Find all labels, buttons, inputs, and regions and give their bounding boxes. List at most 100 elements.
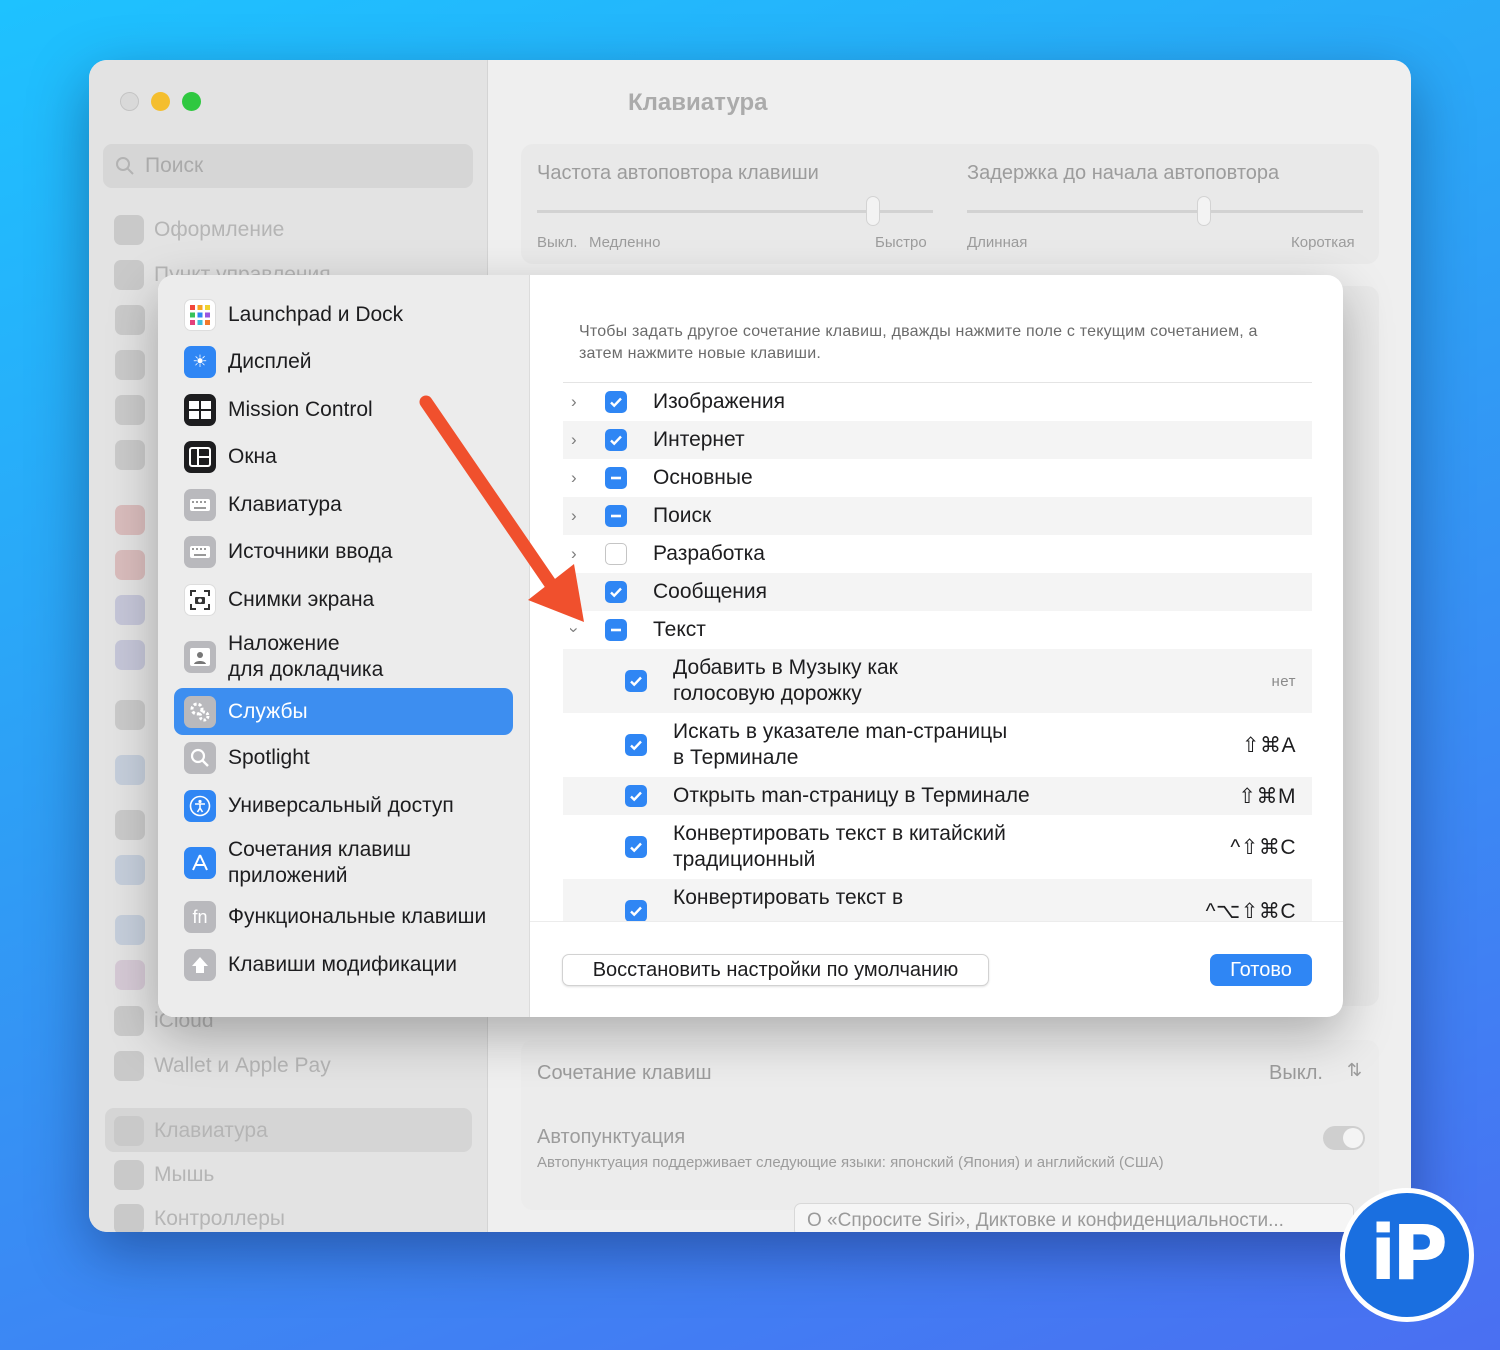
service-row[interactable]: Конвертировать текст в китайский традици… xyxy=(563,815,1312,879)
input-sources-icon xyxy=(184,536,216,568)
sidebar-icon xyxy=(115,505,145,535)
checkbox[interactable] xyxy=(625,670,647,692)
wallet-icon xyxy=(114,1051,144,1081)
checkbox-mixed[interactable] xyxy=(605,619,627,641)
checkbox[interactable] xyxy=(625,734,647,756)
sidebar-icon xyxy=(115,440,145,470)
checkbox[interactable] xyxy=(625,900,647,921)
sidebar-item-controllers[interactable]: Контроллеры xyxy=(114,1204,285,1232)
spotlight-icon xyxy=(184,742,216,774)
autopunct-label: Автопунктуация xyxy=(537,1126,686,1148)
sidebar-icon xyxy=(115,595,145,625)
close-window-button[interactable] xyxy=(120,92,139,111)
sidebar-item-wallet[interactable]: Wallet и Apple Pay xyxy=(114,1051,331,1081)
keyboard-icon xyxy=(184,489,216,521)
page-title: Клавиатура xyxy=(628,89,768,116)
repeat-rate-label: Частота автоповтора клавиши xyxy=(537,162,819,184)
shortcut-value[interactable]: Выкл. xyxy=(1269,1062,1323,1085)
windows-icon xyxy=(184,441,216,473)
dictation-card: Сочетание клавиш Выкл. ⇅ Автопунктуация … xyxy=(521,1040,1379,1210)
sheet-item-launchpad[interactable]: Launchpad и Dock xyxy=(174,295,513,335)
done-button[interactable]: Готово xyxy=(1210,954,1312,986)
sheet-item-modifier-keys[interactable]: Клавиши модификации xyxy=(174,945,513,985)
delay-short-label: Короткая xyxy=(1291,234,1355,251)
appearance-icon xyxy=(114,215,144,245)
sheet-item-app-shortcuts[interactable]: Сочетания клавиш приложений xyxy=(174,835,513,891)
search-icon xyxy=(116,157,134,175)
service-row[interactable]: Искать в указателе man-страницы в Термин… xyxy=(563,713,1312,777)
repeat-rate-knob[interactable] xyxy=(866,196,880,226)
sheet-item-accessibility[interactable]: Универсальный доступ xyxy=(174,786,513,826)
modifier-keys-icon xyxy=(184,949,216,981)
sidebar-icon xyxy=(115,305,145,335)
checkbox[interactable] xyxy=(605,581,627,603)
sidebar-item-keyboard[interactable]: Клавиатура xyxy=(114,1116,268,1146)
category-row[interactable]: › Сообщения xyxy=(563,573,1312,611)
search-placeholder: Поиск xyxy=(145,154,204,177)
repeat-settings-card: Частота автоповтора клавиши Задержка до … xyxy=(521,144,1379,264)
control-center-icon xyxy=(114,260,144,290)
services-icon xyxy=(184,695,216,728)
screenshot-icon xyxy=(184,584,216,616)
minimize-window-button[interactable] xyxy=(151,92,170,111)
sidebar-icon xyxy=(115,395,145,425)
category-row[interactable]: › Интернет xyxy=(563,421,1312,459)
mouse-icon xyxy=(114,1160,144,1190)
sidebar-icon xyxy=(115,855,145,885)
sheet-item-spotlight[interactable]: Spotlight xyxy=(174,738,513,778)
sheet-item-services[interactable]: Службы xyxy=(174,688,513,735)
shortcut-field[interactable]: ⇧⌘M xyxy=(1238,784,1296,809)
siri-privacy-button[interactable]: О «Спросите Siri», Диктовке и конфиденци… xyxy=(794,1203,1354,1232)
checkbox[interactable] xyxy=(625,785,647,807)
hint-text: Чтобы задать другое сочетание клавиш, дв… xyxy=(563,307,1312,383)
presenter-overlay-icon xyxy=(184,641,216,673)
sidebar-icon xyxy=(115,700,145,730)
sidebar-item-appearance[interactable]: Оформление xyxy=(114,215,284,245)
sidebar-item-mouse[interactable]: Мышь xyxy=(114,1160,214,1190)
service-row[interactable]: Добавить в Музыку как голосовую дорожку … xyxy=(563,649,1312,713)
search-input[interactable]: Поиск xyxy=(103,144,473,188)
shortcut-field[interactable]: нет xyxy=(1272,673,1297,690)
sidebar-icon xyxy=(115,350,145,380)
sheet-item-display[interactable]: ☀ Дисплей xyxy=(174,342,513,382)
repeat-fast-label: Быстро xyxy=(875,234,927,251)
shortcut-label: Сочетание клавиш xyxy=(537,1062,712,1084)
icloud-icon xyxy=(114,1006,144,1036)
shortcut-field[interactable]: ^⇧⌘C xyxy=(1230,835,1296,860)
stepper-icon[interactable]: ⇅ xyxy=(1347,1060,1362,1081)
app-shortcuts-icon xyxy=(184,847,216,879)
fn-icon: fn xyxy=(184,901,216,933)
sidebar-icon xyxy=(115,755,145,785)
checkbox-mixed[interactable] xyxy=(605,505,627,527)
zoom-window-button[interactable] xyxy=(182,92,201,111)
category-row[interactable]: › Разработка xyxy=(563,535,1312,573)
repeat-slow-label: Медленно xyxy=(589,234,661,251)
service-row[interactable]: Конвертировать текст в ^⌥⇧⌘C xyxy=(563,879,1312,921)
delay-label: Задержка до начала автоповтора xyxy=(967,162,1280,184)
category-row[interactable]: › Поиск xyxy=(563,497,1312,535)
category-row[interactable]: › Изображения xyxy=(563,383,1312,421)
sheet-item-function-keys[interactable]: fn Функциональные клавиши xyxy=(174,897,513,937)
category-row[interactable]: › Основные xyxy=(563,459,1312,497)
delay-slider[interactable] xyxy=(967,210,1363,213)
sidebar-icon xyxy=(115,915,145,945)
watermark-logo: iP xyxy=(1340,1188,1474,1322)
shortcut-field[interactable]: ^⌥⇧⌘C xyxy=(1206,899,1296,922)
display-icon: ☀ xyxy=(184,346,216,378)
checkbox[interactable] xyxy=(625,836,647,858)
checkbox-mixed[interactable] xyxy=(605,467,627,489)
delay-knob[interactable] xyxy=(1197,196,1211,226)
service-row[interactable]: Открыть man-страницу в Терминале ⇧⌘M xyxy=(563,777,1312,815)
sheet-sidebar: Launchpad и Dock ☀ Дисплей Mission Contr… xyxy=(158,275,530,1017)
checkbox[interactable] xyxy=(605,391,627,413)
reset-defaults-button[interactable]: Восстановить настройки по умолчанию xyxy=(562,954,989,986)
launchpad-icon xyxy=(184,299,216,331)
autopunct-toggle[interactable] xyxy=(1323,1126,1365,1150)
shortcut-field[interactable]: ⇧⌘A xyxy=(1242,733,1296,758)
delay-long-label: Длинная xyxy=(967,234,1028,251)
sidebar-icon xyxy=(115,640,145,670)
checkbox[interactable] xyxy=(605,429,627,451)
accessibility-icon xyxy=(184,790,216,822)
checkbox[interactable] xyxy=(605,543,627,565)
category-row-expanded[interactable]: › Текст xyxy=(563,611,1312,649)
